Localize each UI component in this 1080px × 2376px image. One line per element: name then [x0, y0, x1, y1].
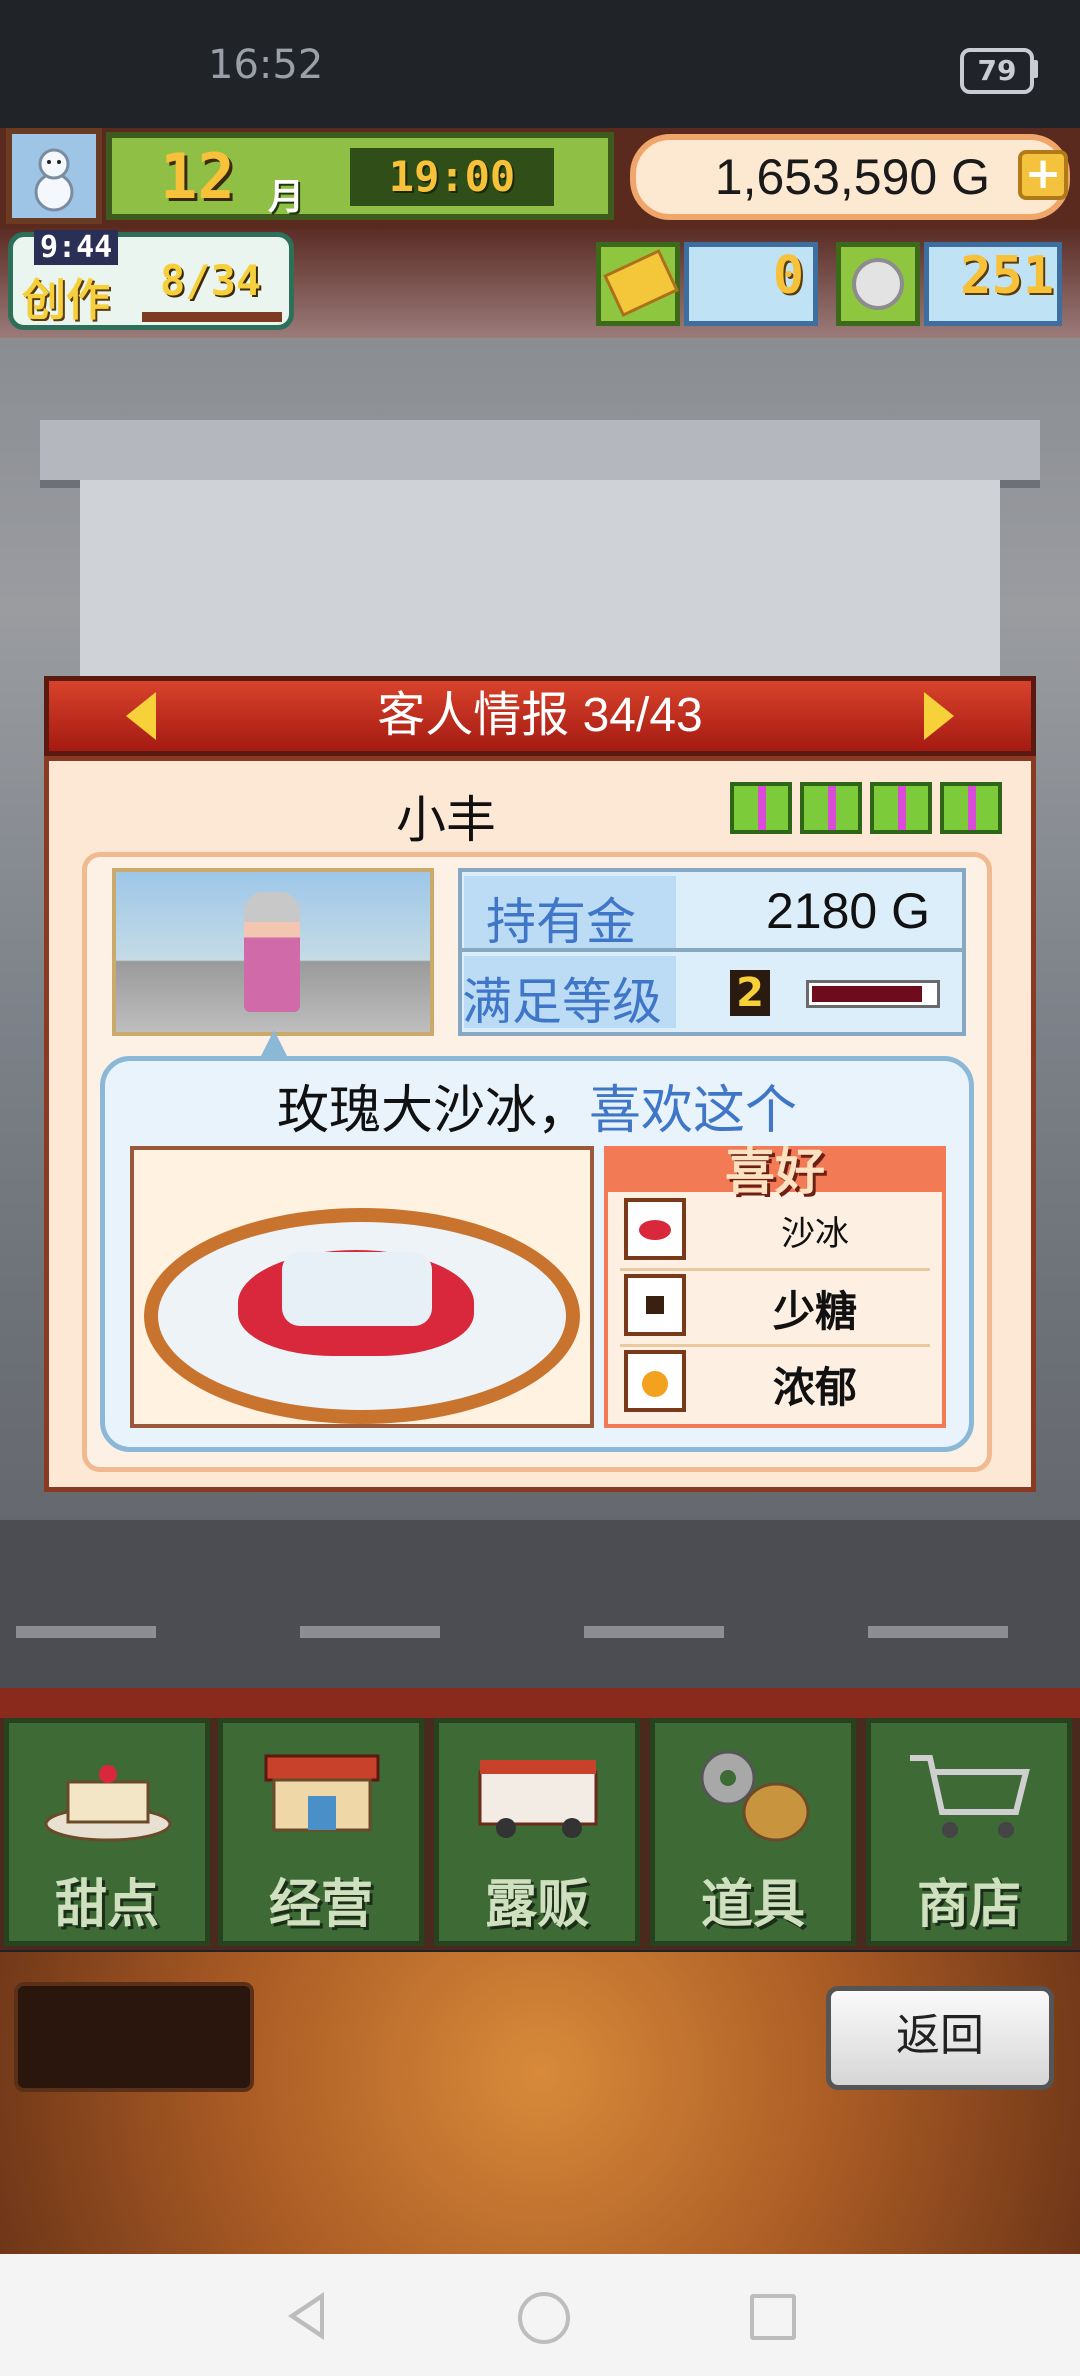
nav-recent-apps-icon[interactable] [750, 2294, 796, 2340]
back-button-label: 返回 [896, 2011, 984, 2060]
menu-label: 经营 [268, 1875, 373, 1935]
snowman-icon [34, 148, 74, 212]
next-customer-arrow-icon[interactable] [924, 692, 954, 740]
menu-label: 商店 [916, 1875, 1021, 1935]
street-curb [0, 1688, 1080, 1718]
preference-label: 沙冰 [781, 1214, 849, 1254]
ticket-count: 0 [772, 246, 804, 306]
lane-marking [868, 1626, 1008, 1638]
nav-back-icon-inner [296, 2300, 320, 2332]
preference-label: 浓郁 [772, 1363, 857, 1412]
gift-icon [800, 782, 862, 834]
satisfaction-bar-fill [812, 986, 922, 1002]
satisfaction-label: 满足等级 [462, 974, 662, 1030]
preferences-title: 喜好 [725, 1143, 825, 1201]
low-sugar-icon [624, 1274, 686, 1336]
battery-indicator: 79 [960, 48, 1034, 94]
battery-tip [1032, 60, 1038, 78]
create-label: 创作 [22, 275, 110, 326]
menu-label: 露贩 [484, 1875, 589, 1935]
speech-bubble-tail [260, 1030, 288, 1058]
lane-marking [16, 1626, 156, 1638]
menu-label: 甜点 [54, 1875, 159, 1935]
shaved-ice-category-icon [624, 1198, 686, 1260]
money-label: 持有金 [486, 894, 636, 950]
street-road [0, 1520, 1080, 1690]
favorite-dish: 玫瑰大沙冰， [276, 1082, 589, 1140]
menu-label: 道具 [700, 1875, 805, 1935]
nav-home-icon[interactable] [518, 2292, 570, 2344]
gift-icon [730, 782, 792, 834]
silver-medal-icon [852, 258, 904, 310]
create-timer: 9:44 [34, 230, 119, 265]
customer-figure-icon [244, 892, 300, 1012]
gift-icon [940, 782, 1002, 834]
money-value: 2180 G [765, 883, 930, 939]
preference-label: 少糖 [772, 1287, 857, 1336]
shop-building-icon [252, 1738, 392, 1848]
status-time: 16:52 [208, 42, 324, 88]
ice-cubes-icon [282, 1252, 432, 1326]
dialog-title: 客人情报 34/43 [377, 689, 703, 742]
lane-marking [300, 1626, 440, 1638]
month-unit: 月 [268, 177, 305, 218]
gift-icon [870, 782, 932, 834]
gear-and-bag-icon [684, 1738, 824, 1848]
satisfaction-level: 2 [730, 970, 770, 1016]
clock-time: 19:00 [388, 152, 516, 201]
shop-awning [40, 420, 1040, 488]
medal-count: 251 [960, 246, 1054, 306]
food-truck-icon [468, 1738, 608, 1848]
prev-customer-arrow-icon[interactable] [126, 692, 156, 740]
gold-amount: 1,653,590 G [714, 149, 990, 205]
cake-icon [38, 1738, 178, 1848]
lane-marking [584, 1626, 724, 1638]
month-number: 12 [160, 140, 235, 213]
create-count: 8/34 [160, 256, 262, 305]
snowman-avatar-icon[interactable] [6, 128, 102, 224]
status-bar [0, 0, 1080, 128]
shop-front [80, 480, 1000, 680]
create-progress-bar [142, 312, 282, 322]
add-gold-button[interactable]: + [1018, 150, 1068, 200]
footer-slot [14, 1982, 254, 2092]
shopping-cart-icon [900, 1738, 1040, 1848]
rich-flavor-icon [624, 1350, 686, 1412]
customer-name: 小丰 [396, 792, 496, 848]
